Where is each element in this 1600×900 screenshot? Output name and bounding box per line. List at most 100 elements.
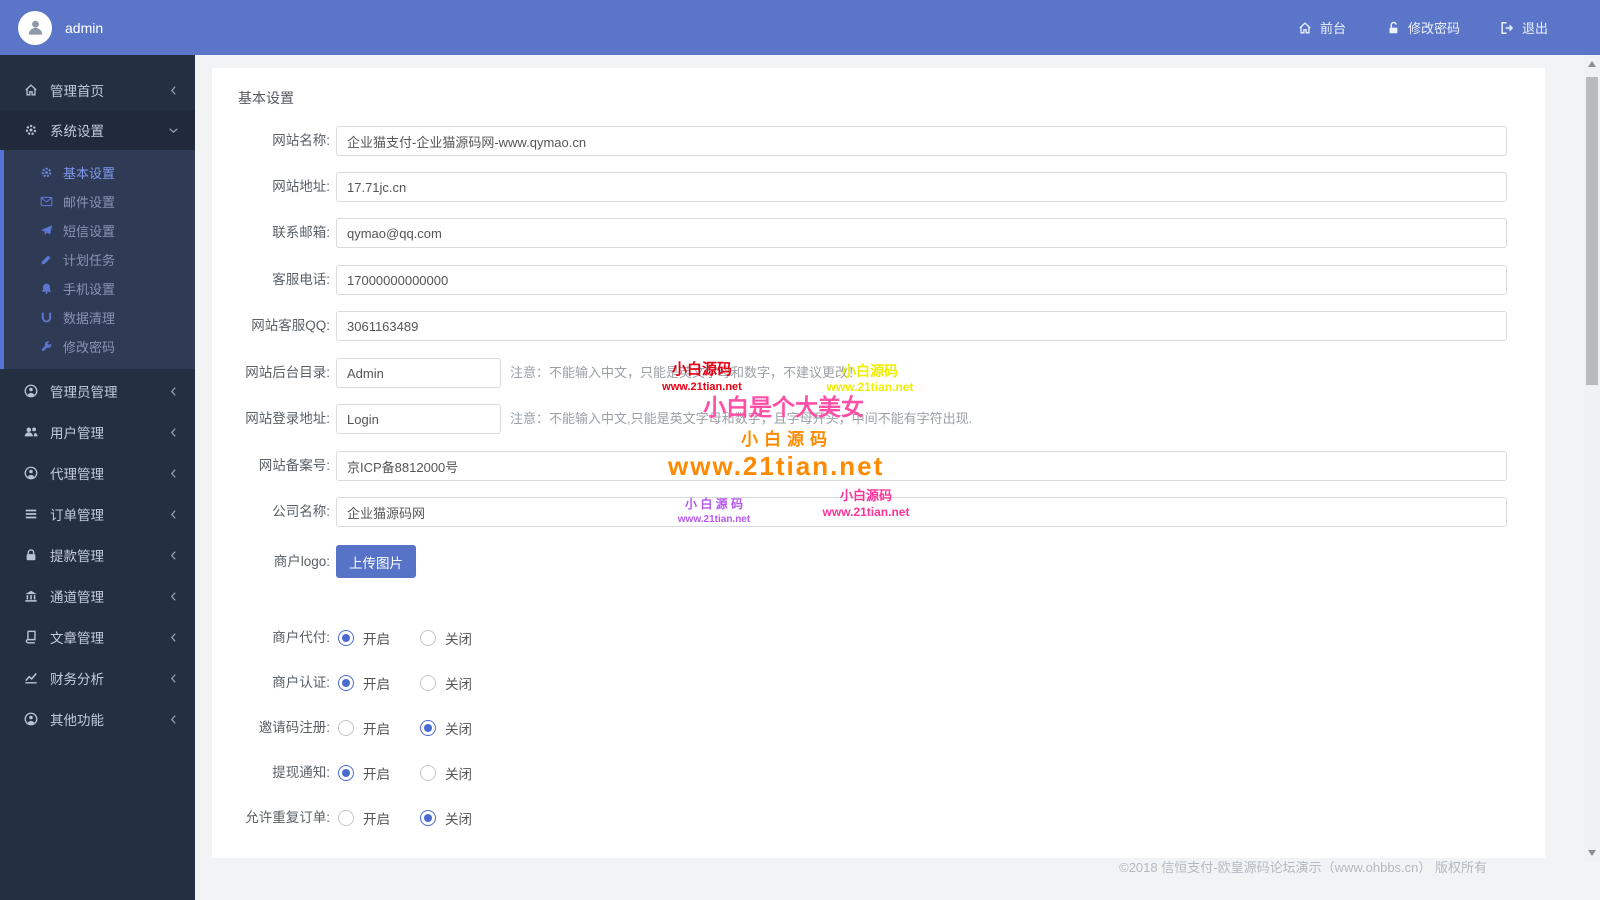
sidebar-item[interactable]: 文章管理: [0, 617, 195, 657]
brand-name: admin: [65, 19, 104, 36]
withdraw-notify-option[interactable]: 开启: [338, 763, 390, 783]
submenu-item[interactable]: 修改密码: [4, 332, 195, 361]
field-label: 邀请码注册:: [258, 720, 330, 735]
radio-button[interactable]: [338, 630, 354, 646]
site-url-input[interactable]: [336, 172, 1507, 202]
scrollbar-thumb[interactable]: [1586, 77, 1598, 385]
radio-button[interactable]: [338, 765, 354, 781]
form-field-row: 联系邮箱:: [212, 218, 1545, 248]
sidebar-item[interactable]: 财务分析: [0, 658, 195, 698]
radio-button[interactable]: [420, 630, 436, 646]
field-label: 提现通知:: [272, 765, 330, 780]
sidebar-item[interactable]: 代理管理: [0, 453, 195, 493]
invite-register-radio-group: 开启 关闭: [338, 713, 472, 743]
site-name-input[interactable]: [336, 126, 1507, 156]
radio-button[interactable]: [420, 720, 436, 736]
submenu-item-label: 邮件设置: [63, 195, 116, 210]
allow-duplicate-order-option[interactable]: 关闭: [420, 808, 472, 828]
submenu-item[interactable]: 短信设置: [4, 216, 195, 245]
withdraw-notify-option[interactable]: 关闭: [420, 763, 472, 783]
merchant-payout-option[interactable]: 开启: [338, 628, 390, 648]
bank-icon: [24, 589, 38, 603]
topnav-item[interactable]: 前台: [1298, 18, 1346, 37]
field-label: 网站后台目录:: [245, 365, 330, 380]
sidebar-item[interactable]: 用户管理: [0, 412, 195, 452]
chevron-left-icon: [168, 468, 179, 479]
submenu-item[interactable]: 手机设置: [4, 274, 195, 303]
form-field-row: 网站客服QQ:: [212, 311, 1545, 341]
radio-button[interactable]: [338, 675, 354, 691]
topnav-item-label: 前台: [1319, 21, 1346, 36]
sidebar-item[interactable]: 提款管理: [0, 535, 195, 575]
field-note: 注意：不能输入中文,只能是英文字母和数字，且字母开头，中间不能有字符出现.: [510, 411, 973, 426]
radio-label: 开启: [363, 767, 390, 782]
radio-label: 关闭: [445, 677, 472, 692]
merchant-auth-radio-group: 开启 关闭: [338, 668, 472, 698]
chevron-left-icon: [168, 85, 179, 96]
merchant-auth-option[interactable]: 开启: [338, 673, 390, 693]
form-field-row: 网站备案号:: [212, 451, 1545, 481]
scrollbar-down-arrow[interactable]: [1588, 850, 1596, 856]
topnav-item[interactable]: 修改密码: [1386, 18, 1460, 37]
sidebar-item[interactable]: 通道管理: [0, 576, 195, 616]
sidebar-item[interactable]: 其他功能: [0, 699, 195, 739]
radio-field-row: 邀请码注册: 开启 关闭: [212, 713, 1545, 743]
merchant-auth-option[interactable]: 关闭: [420, 673, 472, 693]
radio-field-row: 允许重复订单: 开启 关闭: [212, 803, 1545, 833]
radio-label: 开启: [363, 677, 390, 692]
field-label: 客服电话:: [272, 272, 330, 287]
sidebar-item-label: 财务分析: [50, 672, 104, 687]
user-circle-icon: [24, 466, 38, 480]
field-label: 商户logo:: [273, 554, 330, 569]
sidebar-item[interactable]: 管理员管理: [0, 371, 195, 411]
contact-email-input[interactable]: [336, 218, 1507, 248]
envelope-icon: [40, 195, 53, 208]
submenu-item[interactable]: 计划任务: [4, 245, 195, 274]
radio-button[interactable]: [420, 675, 436, 691]
sidebar-item-label: 其他功能: [50, 713, 104, 728]
invite-register-option[interactable]: 开启: [338, 718, 390, 738]
radio-button[interactable]: [338, 720, 354, 736]
sidebar-item[interactable]: 系统设置: [0, 110, 195, 150]
company-name-input[interactable]: [336, 497, 1507, 527]
topnav-item[interactable]: 退出: [1500, 18, 1548, 37]
form-field-row: 网站登录地址: 注意：不能输入中文,只能是英文字母和数字，且字母开头，中间不能有…: [212, 404, 1545, 434]
field-label: 网站登录地址:: [245, 411, 330, 426]
sidebar-item[interactable]: 订单管理: [0, 494, 195, 534]
allow-duplicate-order-radio-group: 开启 关闭: [338, 803, 472, 833]
chart-icon: [24, 671, 38, 685]
radio-button[interactable]: [338, 810, 354, 826]
submenu-item-label: 基本设置: [63, 166, 116, 181]
radio-button[interactable]: [420, 810, 436, 826]
field-label: 公司名称:: [272, 504, 330, 519]
submenu-item[interactable]: 邮件设置: [4, 187, 195, 216]
submenu-item[interactable]: 数据清理: [4, 303, 195, 332]
allow-duplicate-order-option[interactable]: 开启: [338, 808, 390, 828]
merchant-logo-row: 商户logo: 上传图片: [212, 545, 1545, 578]
avatar: [18, 10, 52, 45]
upload-image-button[interactable]: 上传图片: [336, 545, 416, 578]
cogs-icon: [40, 166, 53, 179]
form-field-row: 公司名称:: [212, 497, 1545, 527]
sidebar-item-label: 管理员管理: [50, 385, 118, 400]
user-circle-icon: [24, 384, 38, 398]
chevron-left-icon: [168, 427, 179, 438]
submenu-item[interactable]: 基本设置: [4, 158, 195, 187]
field-label: 网站备案号:: [258, 458, 330, 473]
radio-label: 关闭: [445, 812, 472, 827]
invite-register-option[interactable]: 关闭: [420, 718, 472, 738]
scrollbar-up-arrow[interactable]: [1588, 61, 1596, 67]
page-title: 基本设置: [238, 90, 294, 106]
radio-button[interactable]: [420, 765, 436, 781]
sidebar-item[interactable]: 管理首页: [0, 70, 195, 110]
scrollbar[interactable]: [1584, 55, 1600, 862]
merchant-payout-option[interactable]: 关闭: [420, 628, 472, 648]
icp-number-input[interactable]: [336, 451, 1507, 481]
home-icon: [1298, 21, 1312, 35]
service-qq-input[interactable]: [336, 311, 1507, 341]
service-phone-input[interactable]: [336, 265, 1507, 295]
admin-dir-input[interactable]: [336, 358, 501, 388]
main-content: 基本设置 网站名称: 网站地址: 联系邮箱: 客服电话: 网站客服QQ: 网站后…: [195, 55, 1600, 900]
submenu-item-label: 计划任务: [63, 253, 116, 268]
login-path-input[interactable]: [336, 404, 501, 434]
